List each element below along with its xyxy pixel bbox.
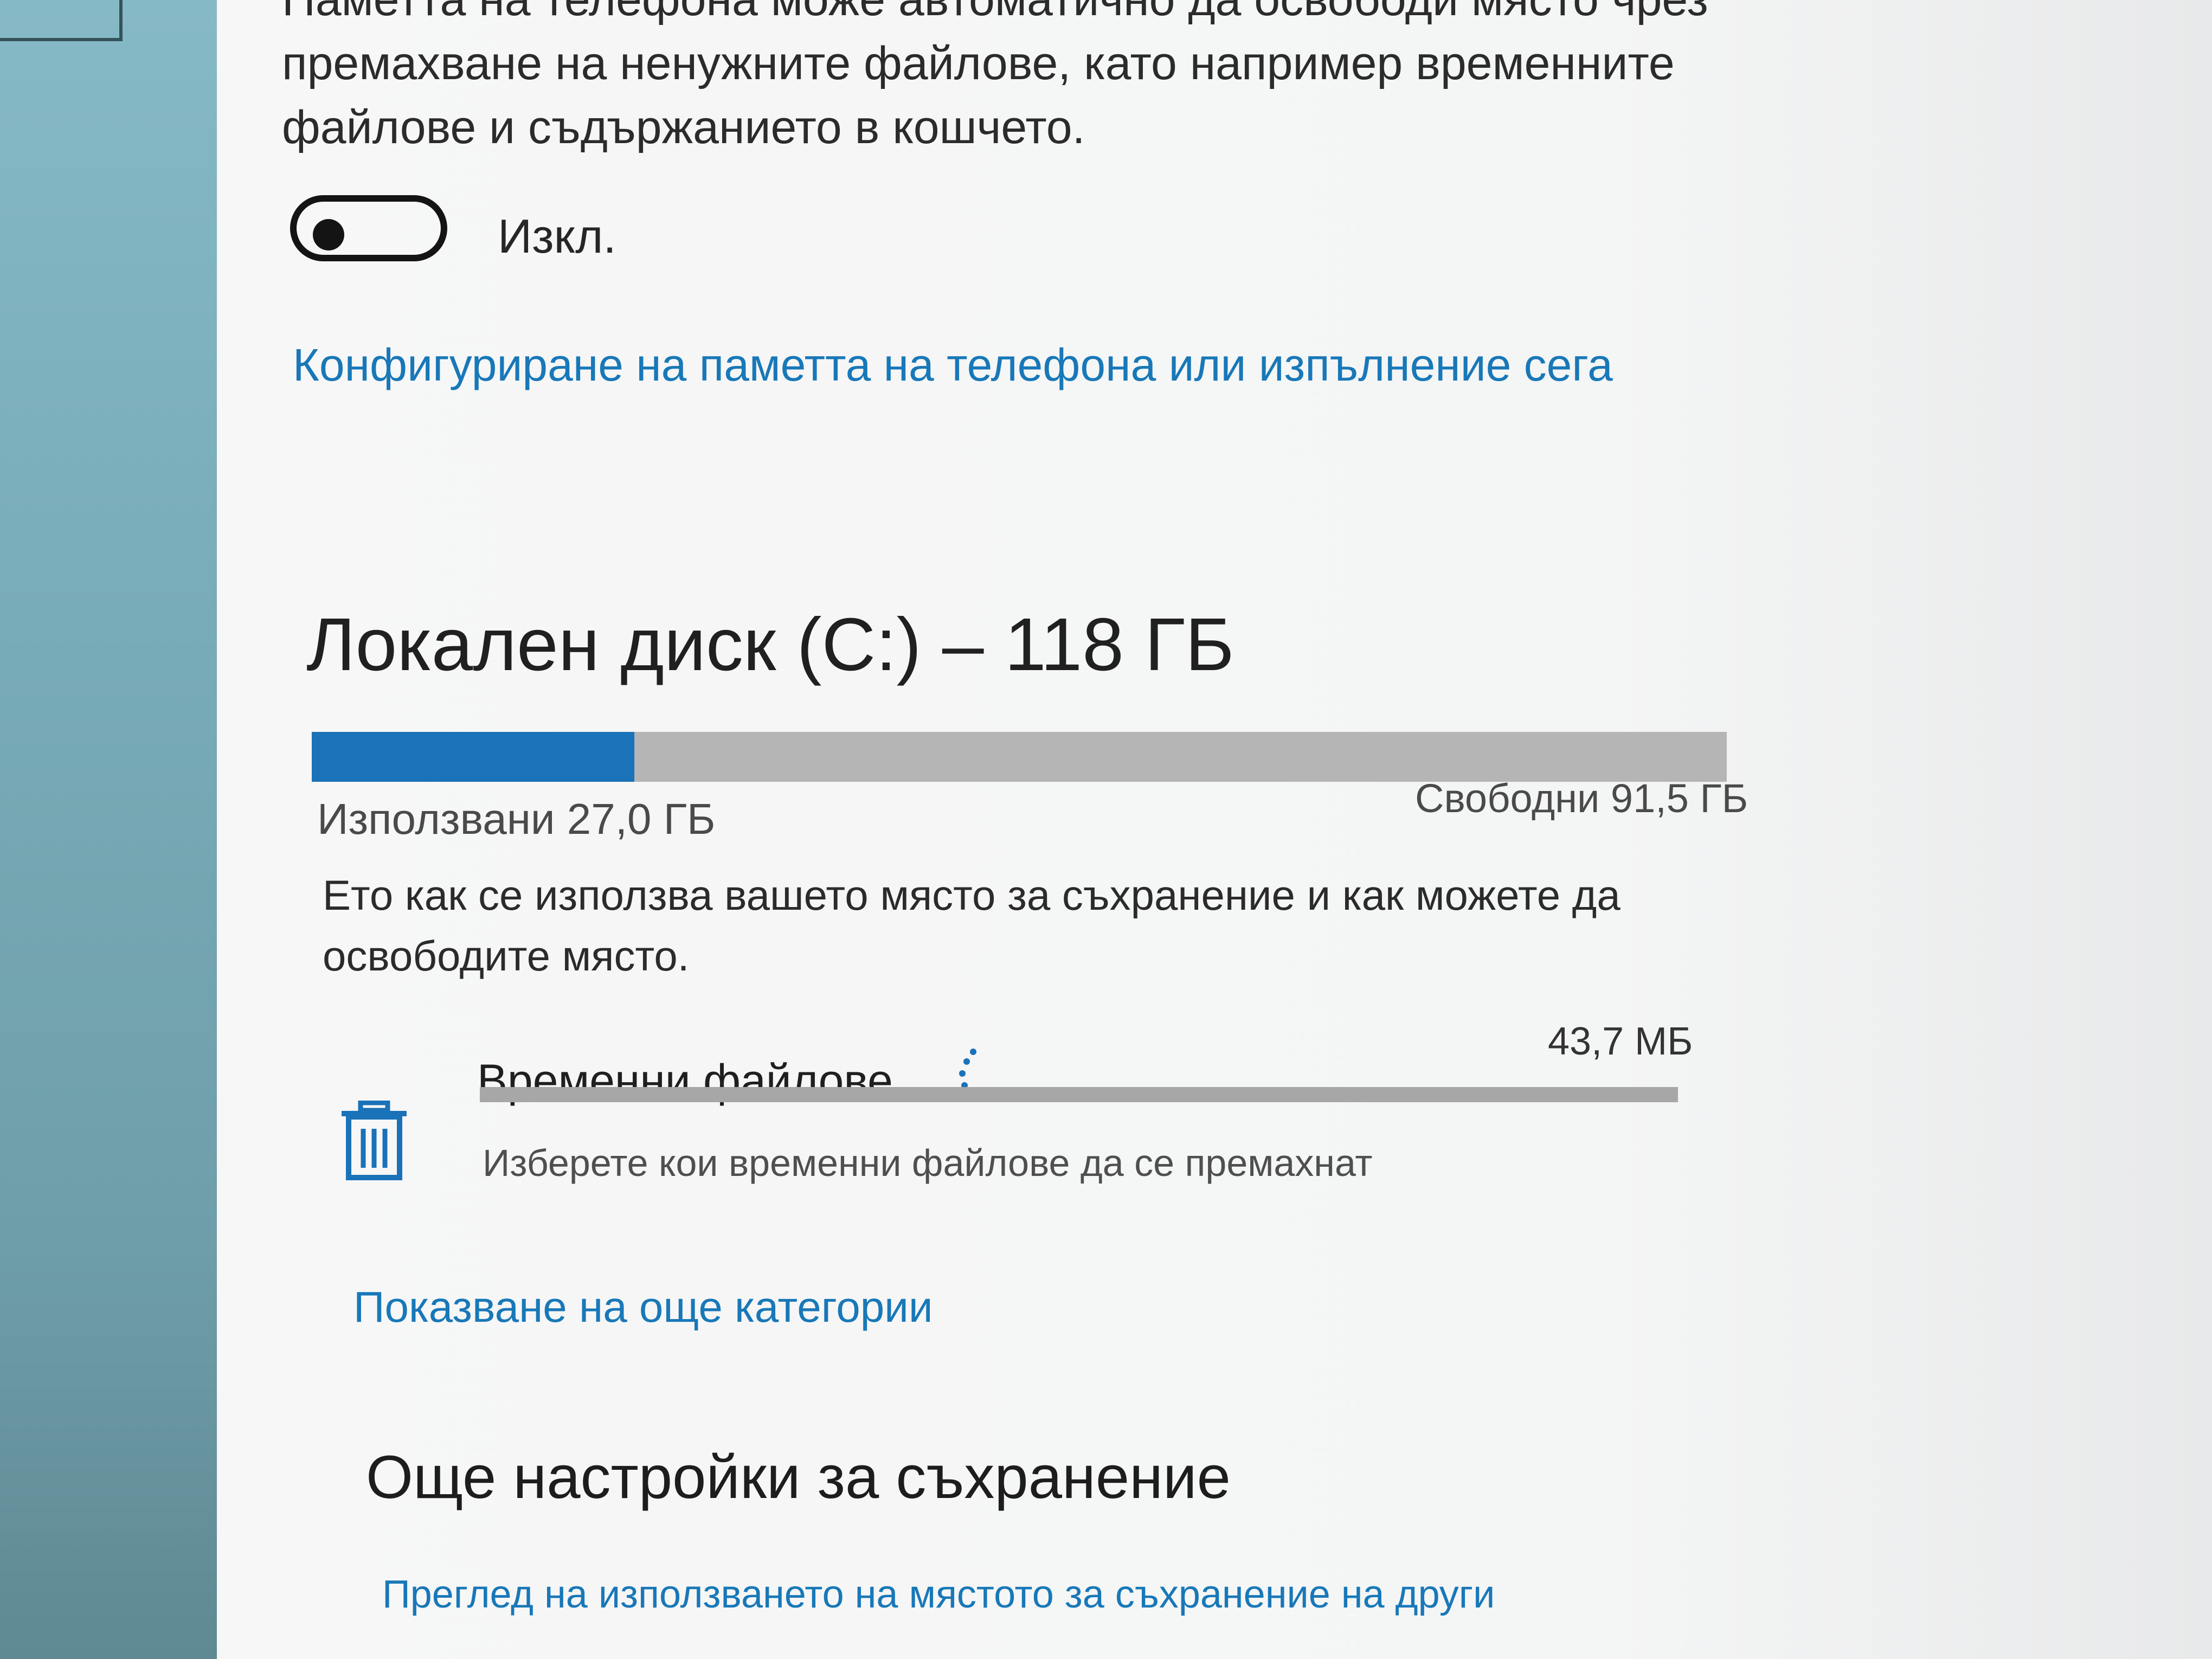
show-more-categories-link[interactable]: Показване на още категории [353,1282,933,1332]
settings-window: Паметта на телефона може автоматично да … [0,0,2212,1659]
category-subtitle: Изберете кои временни файлове да се прем… [483,1142,1373,1184]
category-size: 43,7 МБ [1548,1020,1693,1063]
toggle-knob [313,219,344,250]
storage-sense-toggle[interactable] [290,195,447,261]
toggle-state-label: Изкл. [498,209,616,263]
storage-sense-description: Паметта на телефона може автоматично да … [282,0,1708,153]
trash-icon [342,1101,407,1180]
configure-storage-sense-link[interactable]: Конфигуриране на паметта на телефона или… [293,339,1613,391]
drive-usage-bar [312,732,1727,782]
sidebar-item-frame[interactable] [0,0,123,41]
drive-free-label: Свободни 91,5 ГБ [1415,776,1748,821]
drive-usage-fill [312,732,635,782]
storage-info-text: Ето как се използва вашето място за съхр… [323,871,1621,980]
category-usage-bar [480,1087,1678,1102]
more-settings-title: Още настройки за съхранение [366,1443,1231,1511]
view-other-drives-link[interactable]: Преглед на използването на мястото за съ… [382,1572,1495,1617]
drive-title: Локален диск (C:) – 118 ГБ [306,603,1234,686]
drive-used-label: Използвани 27,0 ГБ [317,795,716,843]
